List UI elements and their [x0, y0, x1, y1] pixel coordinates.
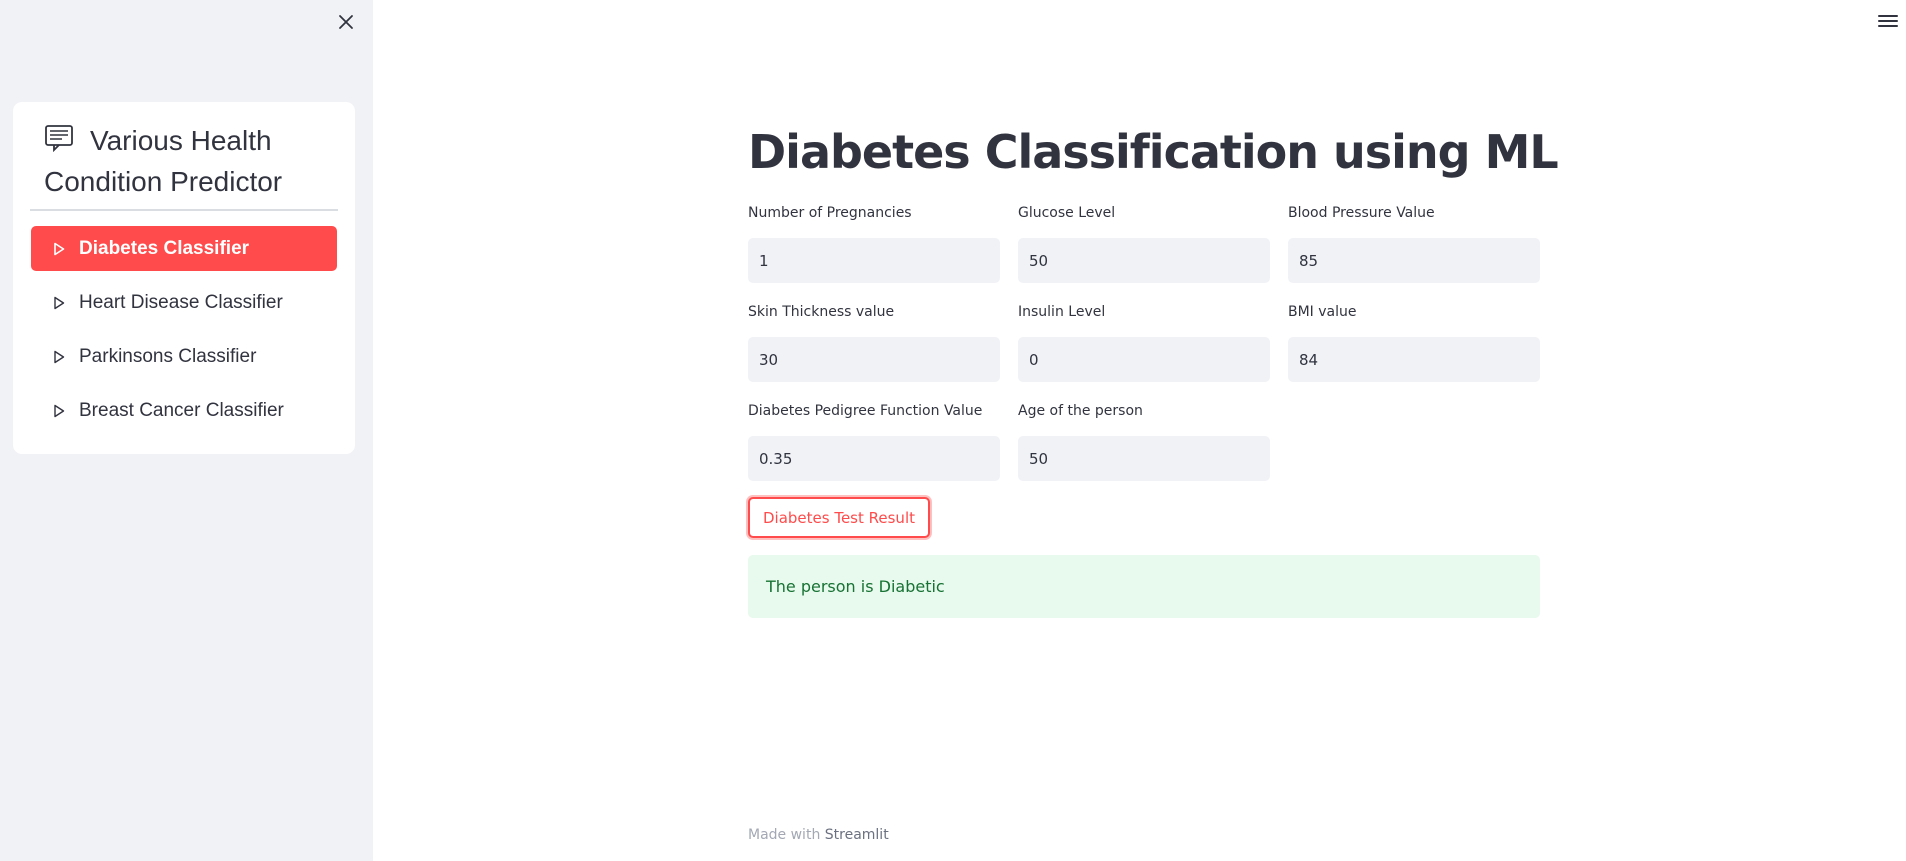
sidebar-item-label: Breast Cancer Classifier	[79, 399, 284, 421]
hamburger-icon	[1878, 15, 1898, 27]
option-menu: Various Health Condition Predictor Diabe…	[13, 102, 355, 454]
close-sidebar-button[interactable]	[332, 8, 360, 36]
menu-divider	[30, 209, 338, 211]
field-label: Insulin Level	[1018, 304, 1106, 320]
skin-thickness-field: Skin Thickness value	[748, 302, 1000, 382]
sidebar-item-diabetes-classifier[interactable]: Diabetes Classifier	[31, 226, 337, 271]
field-label: BMI value	[1288, 304, 1357, 320]
field-label: Blood Pressure Value	[1288, 205, 1435, 221]
diabetes-test-result-button[interactable]: Diabetes Test Result	[748, 497, 930, 538]
menu-header: Various Health Condition Predictor	[44, 120, 334, 202]
pedigree-function-input[interactable]	[748, 436, 1000, 481]
insulin-input[interactable]	[1018, 337, 1270, 382]
pedigree-function-field: Diabetes Pedigree Function Value	[748, 401, 1000, 481]
field-label: Diabetes Pedigree Function Value	[748, 403, 983, 419]
menu-title: Various Health Condition Predictor	[44, 125, 283, 197]
play-triangle-icon	[54, 242, 65, 255]
age-input[interactable]	[1018, 436, 1270, 481]
play-triangle-icon	[54, 296, 65, 309]
field-label: Number of Pregnancies	[748, 205, 912, 221]
pregnancies-input[interactable]	[748, 238, 1000, 283]
field-label: Age of the person	[1018, 403, 1143, 419]
field-label: Glucose Level	[1018, 205, 1116, 221]
main-menu-button[interactable]	[1877, 12, 1899, 30]
streamlit-link[interactable]: Streamlit	[825, 827, 889, 843]
age-field: Age of the person	[1018, 401, 1270, 481]
footer-prefix: Made with	[748, 827, 821, 843]
insulin-field: Insulin Level	[1018, 302, 1270, 382]
footer: Made with Streamlit	[748, 827, 889, 843]
result-alert: The person is Diabetic	[748, 555, 1540, 618]
sidebar-item-label: Diabetes Classifier	[79, 237, 250, 259]
sidebar-item-parkinsons-classifier[interactable]: Parkinsons Classifier	[31, 334, 337, 379]
field-label: Skin Thickness value	[748, 304, 895, 320]
close-icon	[339, 15, 353, 29]
play-triangle-icon	[54, 350, 65, 363]
blood-pressure-input[interactable]	[1288, 238, 1540, 283]
bmi-input[interactable]	[1288, 337, 1540, 382]
glucose-input[interactable]	[1018, 238, 1270, 283]
sidebar-item-label: Parkinsons Classifier	[79, 345, 257, 367]
sidebar-item-heart-disease-classifier[interactable]: Heart Disease Classifier	[31, 280, 337, 325]
sidebar-item-label: Heart Disease Classifier	[79, 291, 283, 313]
sidebar: Various Health Condition Predictor Diabe…	[0, 0, 373, 861]
pregnancies-field: Number of Pregnancies	[748, 203, 1000, 283]
play-triangle-icon	[54, 404, 65, 417]
skin-thickness-input[interactable]	[748, 337, 1000, 382]
notes-icon	[45, 125, 73, 152]
glucose-field: Glucose Level	[1018, 203, 1270, 283]
bmi-field: BMI value	[1288, 302, 1540, 382]
sidebar-item-breast-cancer-classifier[interactable]: Breast Cancer Classifier	[31, 388, 337, 433]
blood-pressure-field: Blood Pressure Value	[1288, 203, 1540, 283]
page-title: Diabetes Classification using ML	[748, 125, 1559, 179]
